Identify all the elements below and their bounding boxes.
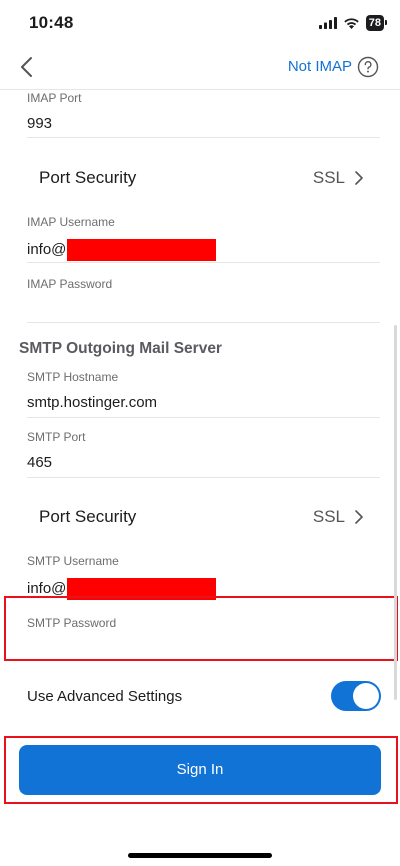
scrollbar[interactable] bbox=[394, 325, 397, 700]
smtp-hostname-label: SMTP Hostname bbox=[27, 370, 119, 384]
battery-icon: 78 bbox=[365, 15, 388, 31]
smtp-section-header: SMTP Outgoing Mail Server bbox=[19, 340, 222, 357]
imap-username-label: IMAP Username bbox=[27, 215, 115, 229]
divider bbox=[27, 137, 380, 138]
smtp-port-security-value-group: SSL bbox=[313, 507, 363, 527]
status-icons: 78 bbox=[318, 15, 388, 31]
imap-username-field[interactable]: IMAP Username info@ bbox=[27, 215, 380, 261]
advanced-settings-label: Use Advanced Settings bbox=[27, 688, 183, 705]
chevron-right-icon bbox=[355, 171, 363, 185]
imap-username-text: info@ bbox=[27, 240, 67, 258]
smtp-hostname-value[interactable]: smtp.hostinger.com bbox=[27, 394, 380, 411]
status-time: 10:48 bbox=[29, 13, 74, 32]
smtp-port-value[interactable]: 465 bbox=[27, 454, 380, 471]
smtp-port-label: SMTP Port bbox=[27, 430, 86, 444]
status-bar: 10:48 78 bbox=[0, 0, 400, 46]
toggle-knob bbox=[353, 683, 379, 709]
wifi-icon bbox=[344, 18, 359, 29]
imap-port-field[interactable]: IMAP Port 993 bbox=[27, 91, 380, 132]
cellular-signal-icon bbox=[318, 17, 337, 29]
smtp-port-field[interactable]: SMTP Port 465 bbox=[27, 430, 380, 471]
smtp-password-field[interactable]: SMTP Password bbox=[27, 616, 380, 630]
imap-port-security-value: SSL bbox=[312, 168, 345, 187]
smtp-username-text: info@ bbox=[27, 579, 67, 597]
imap-port-security-label: Port Security bbox=[39, 168, 137, 187]
imap-password-field[interactable]: IMAP Password bbox=[27, 277, 380, 291]
imap-port-security-row[interactable]: Port Security SSL bbox=[39, 163, 363, 193]
back-chevron-icon[interactable] bbox=[12, 52, 42, 82]
divider bbox=[27, 262, 380, 263]
divider bbox=[27, 477, 380, 478]
imap-port-security-value-group: SSL bbox=[313, 168, 363, 188]
smtp-port-security-value: SSL bbox=[312, 507, 345, 526]
smtp-username-field[interactable]: SMTP Username info@ bbox=[27, 554, 380, 600]
divider bbox=[27, 417, 380, 418]
imap-port-value[interactable]: 993 bbox=[27, 115, 380, 132]
smtp-port-security-row[interactable]: Port Security SSL bbox=[39, 502, 363, 532]
home-indicator bbox=[128, 853, 272, 858]
not-imap-link[interactable]: Not IMAP bbox=[288, 58, 352, 75]
smtp-port-security-label: Port Security bbox=[39, 507, 137, 526]
advanced-settings-row: Use Advanced Settings bbox=[27, 681, 381, 713]
nav-bar: Not IMAP bbox=[0, 46, 400, 90]
sign-in-button[interactable]: Sign In bbox=[19, 745, 381, 795]
advanced-settings-toggle[interactable] bbox=[331, 681, 381, 711]
imap-username-value[interactable]: info@ bbox=[27, 239, 380, 261]
redaction-box bbox=[67, 239, 217, 261]
imap-port-label: IMAP Port bbox=[27, 91, 82, 105]
smtp-password-label: SMTP Password bbox=[27, 616, 117, 630]
divider bbox=[27, 322, 380, 323]
smtp-username-label: SMTP Username bbox=[27, 554, 119, 568]
smtp-hostname-field[interactable]: SMTP Hostname smtp.hostinger.com bbox=[27, 370, 380, 411]
imap-password-label: IMAP Password bbox=[27, 277, 113, 291]
help-icon[interactable] bbox=[357, 56, 379, 78]
chevron-right-icon bbox=[355, 510, 363, 524]
